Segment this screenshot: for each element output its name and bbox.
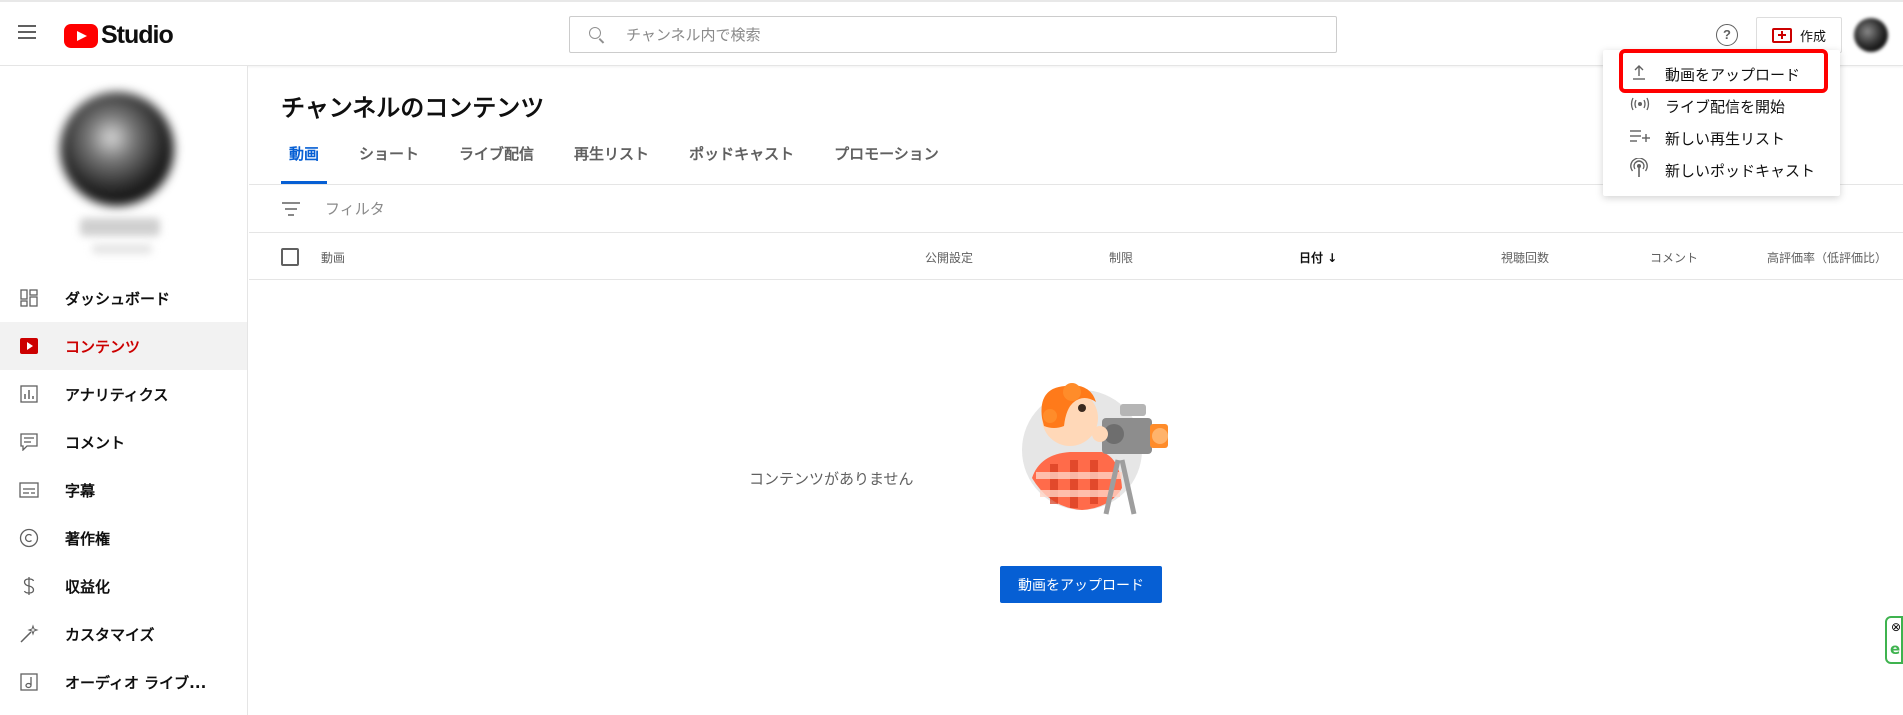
column-date[interactable]: 日付 ↓ bbox=[1299, 249, 1337, 266]
playlist-add-icon bbox=[1629, 128, 1650, 148]
column-visibility[interactable]: 公開設定 bbox=[925, 249, 973, 266]
menu-item-label: ライブ配信を開始 bbox=[1665, 97, 1786, 116]
create-video-icon bbox=[1771, 27, 1792, 43]
tab-live[interactable]: ライブ配信 bbox=[451, 144, 542, 184]
wand-icon bbox=[17, 622, 41, 646]
sidebar-item-label: カスタマイズ bbox=[65, 625, 155, 644]
menu-item-label: 新しいポッドキャスト bbox=[1665, 161, 1816, 180]
sidebar: ダッシュボード コンテンツ アナリティクス コメント 字幕 著作権 収益化 カス… bbox=[0, 66, 248, 715]
tab-podcasts[interactable]: ポッドキャスト bbox=[681, 144, 802, 184]
channel-subtitle-blurred bbox=[92, 244, 152, 254]
dollar-icon bbox=[17, 574, 41, 598]
sidebar-item-dashboard[interactable]: ダッシュボード bbox=[0, 274, 247, 322]
dashboard-icon bbox=[17, 286, 41, 310]
audio-library-icon bbox=[17, 670, 41, 694]
column-comments[interactable]: コメント bbox=[1650, 249, 1698, 266]
sidebar-item-label: オーディオ ライブ... bbox=[65, 673, 207, 692]
page-title: チャンネルのコンテンツ bbox=[281, 94, 545, 122]
youtube-play-icon bbox=[64, 23, 98, 48]
filter-input[interactable] bbox=[325, 199, 725, 218]
logo-text: Studio bbox=[101, 21, 174, 49]
column-video[interactable]: 動画 bbox=[321, 249, 345, 266]
create-button[interactable]: 作成 bbox=[1756, 17, 1842, 53]
copyright-icon bbox=[17, 526, 41, 550]
podcast-icon bbox=[1629, 157, 1649, 182]
column-restrictions[interactable]: 制限 bbox=[1109, 249, 1133, 266]
sidebar-item-copyright[interactable]: 著作権 bbox=[0, 514, 247, 562]
studio-logo[interactable]: Studio bbox=[64, 21, 174, 50]
live-icon bbox=[1629, 96, 1650, 116]
sidebar-item-label: 著作権 bbox=[65, 529, 111, 548]
sidebar-item-label: 収益化 bbox=[65, 577, 111, 596]
tab-promotions[interactable]: プロモーション bbox=[826, 144, 947, 184]
search-box[interactable] bbox=[569, 16, 1337, 53]
tab-playlists[interactable]: 再生リスト bbox=[566, 144, 657, 184]
table-header: 動画 公開設定 制限 日付 ↓ 視聴回数 コメント 高評価率（低評価比） bbox=[249, 233, 1903, 280]
account-avatar[interactable] bbox=[1854, 18, 1888, 52]
analytics-icon bbox=[17, 382, 41, 406]
sidebar-item-label: コメント bbox=[65, 433, 126, 452]
sidebar-item-subtitles[interactable]: 字幕 bbox=[0, 466, 247, 514]
side-extension-widget[interactable] bbox=[1885, 616, 1903, 664]
empty-state-illustration bbox=[1022, 383, 1168, 515]
content-icon bbox=[17, 334, 41, 358]
subtitles-icon bbox=[17, 478, 41, 502]
sidebar-nav: ダッシュボード コンテンツ アナリティクス コメント 字幕 著作権 収益化 カス… bbox=[0, 274, 247, 706]
menu-item-new-podcast[interactable]: 新しいポッドキャスト bbox=[1603, 154, 1840, 186]
sidebar-item-audio-library[interactable]: オーディオ ライブ... bbox=[0, 658, 247, 706]
sidebar-item-label: コンテンツ bbox=[65, 337, 141, 356]
sidebar-item-label: ダッシュボード bbox=[65, 289, 171, 308]
empty-state-text: コンテンツがありません bbox=[749, 470, 914, 488]
sidebar-item-comments[interactable]: コメント bbox=[0, 418, 247, 466]
comment-icon bbox=[17, 430, 41, 454]
sidebar-item-customization[interactable]: カスタマイズ bbox=[0, 610, 247, 658]
sidebar-item-analytics[interactable]: アナリティクス bbox=[0, 370, 247, 418]
sidebar-item-monetization[interactable]: 収益化 bbox=[0, 562, 247, 610]
help-icon[interactable]: ? bbox=[1716, 24, 1738, 46]
upload-video-button[interactable]: 動画をアップロード bbox=[1000, 566, 1162, 603]
filter-icon[interactable] bbox=[281, 201, 301, 217]
tab-shorts[interactable]: ショート bbox=[351, 144, 427, 184]
search-icon[interactable] bbox=[588, 26, 606, 44]
channel-avatar[interactable] bbox=[60, 92, 174, 206]
menu-item-go-live[interactable]: ライブ配信を開始 bbox=[1603, 90, 1840, 122]
channel-name-blurred bbox=[80, 218, 160, 236]
sidebar-item-label: 字幕 bbox=[65, 481, 96, 500]
highlight-annotation bbox=[1619, 49, 1828, 93]
create-label: 作成 bbox=[1799, 29, 1826, 45]
select-all-checkbox[interactable] bbox=[281, 248, 299, 266]
search-input[interactable] bbox=[626, 25, 1306, 44]
menu-item-label: 新しい再生リスト bbox=[1665, 129, 1786, 148]
column-likes[interactable]: 高評価率（低評価比） bbox=[1767, 249, 1887, 266]
tab-videos[interactable]: 動画 bbox=[281, 144, 328, 184]
sidebar-item-content[interactable]: コンテンツ bbox=[0, 322, 247, 370]
content-tabs: 動画 ショート ライブ配信 再生リスト ポッドキャスト プロモーション bbox=[281, 144, 971, 184]
menu-icon[interactable] bbox=[16, 22, 38, 44]
sidebar-item-label: アナリティクス bbox=[65, 385, 169, 404]
menu-item-new-playlist[interactable]: 新しい再生リスト bbox=[1603, 122, 1840, 154]
column-views[interactable]: 視聴回数 bbox=[1501, 249, 1549, 266]
